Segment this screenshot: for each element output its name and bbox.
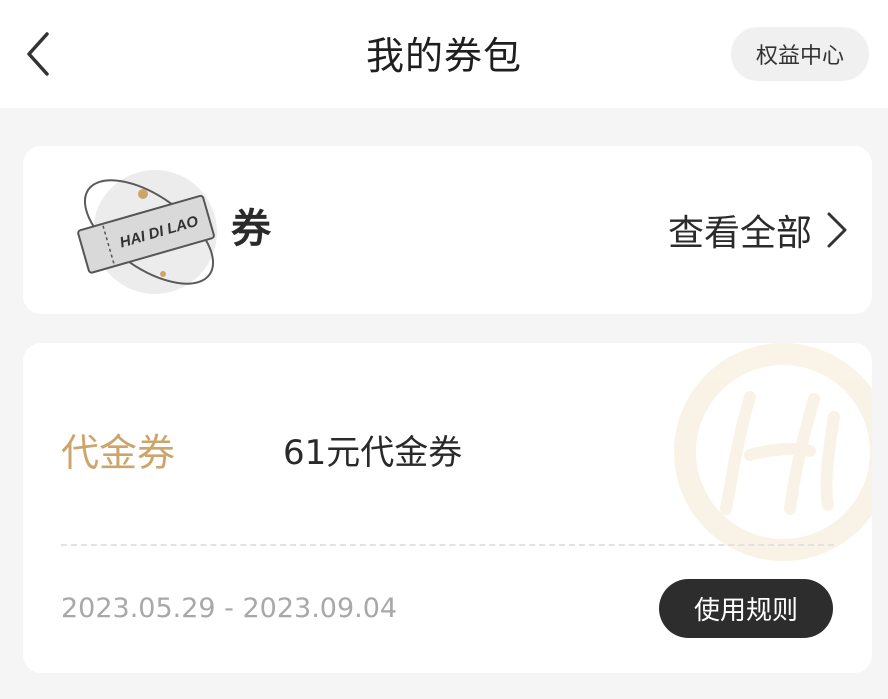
view-all-link[interactable]: 查看全部 bbox=[668, 202, 848, 258]
section-title: 券 bbox=[231, 206, 271, 252]
view-all-label: 查看全部 bbox=[667, 213, 812, 254]
coupon-validity-dates: 2023.05.29 - 2023.09.04 bbox=[61, 593, 398, 624]
coupon-ticket-logo: HAI DI LAO bbox=[77, 170, 217, 294]
chevron-right-icon bbox=[827, 212, 847, 248]
usage-rules-button[interactable]: 使用规则 bbox=[659, 579, 833, 638]
coupon-section-card: HAI DI LAO 券 查看全部 bbox=[23, 146, 872, 314]
coupon-name: 61元代金券 bbox=[283, 433, 463, 473]
coupon-type-label: 代金券 bbox=[61, 431, 176, 475]
dashed-divider bbox=[61, 544, 834, 546]
app-header: 我的券包 权益中心 bbox=[0, 0, 888, 108]
coupon-card[interactable]: 代金券 61元代金券 2023.05.29 - 2023.09.04 使用规则 bbox=[23, 343, 872, 673]
rights-center-button[interactable]: 权益中心 bbox=[731, 27, 869, 81]
brand-watermark-icon bbox=[674, 343, 872, 561]
